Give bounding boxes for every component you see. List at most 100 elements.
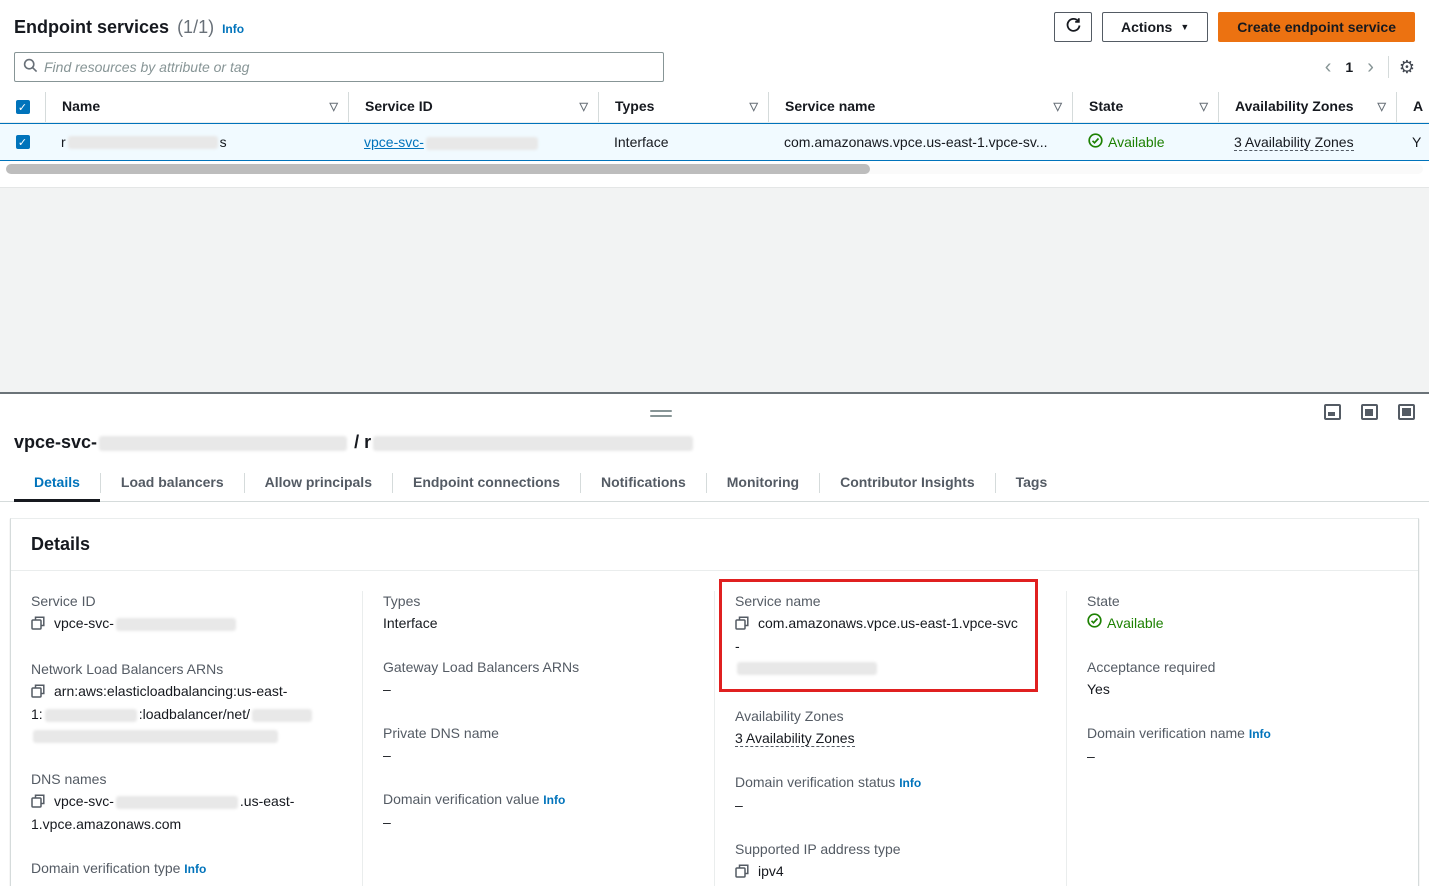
col-header-service-name[interactable]: Service name ▽ bbox=[768, 92, 1072, 122]
horizontal-scrollbar bbox=[6, 164, 1423, 174]
copy-icon[interactable] bbox=[735, 863, 749, 884]
cell-service-id: vpce-svc- bbox=[348, 124, 598, 160]
filter-icon[interactable]: ▽ bbox=[580, 100, 588, 113]
refresh-button[interactable] bbox=[1054, 12, 1092, 42]
filter-icon[interactable]: ▽ bbox=[1200, 100, 1208, 113]
search-box[interactable] bbox=[14, 52, 664, 82]
filter-icon[interactable]: ▽ bbox=[750, 100, 758, 113]
field-domain-verification-name: Domain verification name Info – bbox=[1087, 723, 1398, 767]
page-title: Endpoint services bbox=[14, 17, 169, 38]
state-available: Available bbox=[1088, 133, 1165, 151]
copy-icon[interactable] bbox=[31, 615, 45, 636]
select-all-checkbox[interactable]: ✓ bbox=[16, 100, 30, 114]
pagination: ‹ 1 › ⚙ bbox=[1321, 56, 1415, 78]
info-link[interactable]: Info bbox=[899, 776, 921, 790]
tab-allow-principals[interactable]: Allow principals bbox=[245, 465, 392, 501]
service-name-highlight-box: Service name com.amazonaws.vpce.us-east-… bbox=[719, 579, 1038, 692]
copy-icon[interactable] bbox=[735, 615, 749, 636]
field-domain-verification-type: Domain verification type Info – bbox=[31, 858, 342, 886]
filter-icon[interactable]: ▽ bbox=[1378, 100, 1386, 113]
tab-details[interactable]: Details bbox=[14, 465, 100, 501]
col-header-availability-zones[interactable]: Availability Zones ▽ bbox=[1218, 92, 1396, 122]
info-link[interactable]: Info bbox=[1249, 727, 1271, 741]
prev-page-button[interactable]: ‹ bbox=[1321, 57, 1336, 77]
tab-notifications[interactable]: Notifications bbox=[581, 465, 706, 501]
details-column-2: Types Interface Gateway Load Balancers A… bbox=[362, 591, 714, 886]
redacted-text bbox=[33, 730, 278, 743]
availability-zones-popover-link[interactable]: 3 Availability Zones bbox=[1234, 134, 1354, 151]
redacted-text bbox=[45, 709, 137, 722]
col-header-types[interactable]: Types ▽ bbox=[598, 92, 768, 122]
panel-size-small-icon[interactable] bbox=[1324, 404, 1341, 420]
panel-drag-handle[interactable] bbox=[650, 410, 672, 417]
copy-icon[interactable] bbox=[31, 793, 45, 814]
detail-split-panel: vpce-svc- / r Details Load balancers All… bbox=[0, 392, 1429, 886]
tab-contributor-insights[interactable]: Contributor Insights bbox=[820, 465, 995, 501]
field-supported-ip-type: Supported IP address type ipv4 bbox=[735, 839, 1046, 884]
empty-background bbox=[0, 187, 1429, 392]
redacted-text bbox=[737, 662, 877, 675]
field-nlb-arns: Network Load Balancers ARNs arn:aws:elas… bbox=[31, 659, 342, 746]
cell-availability-zones: 3 Availability Zones bbox=[1218, 124, 1396, 160]
tab-load-balancers[interactable]: Load balancers bbox=[101, 465, 244, 501]
details-column-3: Service name com.amazonaws.vpce.us-east-… bbox=[714, 591, 1066, 886]
info-link[interactable]: Info bbox=[543, 793, 565, 807]
actions-button[interactable]: Actions ▼ bbox=[1102, 12, 1208, 42]
cell-state: Available bbox=[1072, 124, 1218, 160]
title-info-link[interactable]: Info bbox=[222, 22, 244, 36]
availability-zones-popover-link[interactable]: 3 Availability Zones bbox=[735, 730, 855, 747]
tab-tags[interactable]: Tags bbox=[996, 465, 1068, 501]
cell-types: Interface bbox=[598, 124, 768, 160]
search-input[interactable] bbox=[44, 59, 655, 75]
scrollbar-thumb[interactable] bbox=[6, 164, 870, 174]
redacted-text bbox=[68, 136, 218, 149]
field-domain-verification-status: Domain verification status Info – bbox=[735, 772, 1046, 816]
current-page: 1 bbox=[1345, 59, 1353, 75]
redacted-text bbox=[373, 436, 693, 451]
field-service-name: Service name com.amazonaws.vpce.us-east-… bbox=[735, 591, 1022, 678]
field-glb-arns: Gateway Load Balancers ARNs – bbox=[383, 657, 694, 700]
tab-monitoring[interactable]: Monitoring bbox=[707, 465, 819, 501]
cell-name: rs bbox=[45, 124, 348, 160]
redacted-text bbox=[252, 709, 312, 722]
check-circle-icon bbox=[1087, 613, 1102, 634]
panel-size-controls bbox=[1324, 404, 1415, 420]
cell-partial: Y bbox=[1396, 124, 1429, 160]
table-tools-row: ‹ 1 › ⚙ bbox=[0, 46, 1429, 92]
result-count: (1/1) bbox=[177, 17, 214, 38]
next-page-button[interactable]: › bbox=[1363, 57, 1378, 77]
filter-icon[interactable]: ▽ bbox=[1054, 100, 1062, 113]
actions-label: Actions bbox=[1121, 19, 1172, 35]
row-select-cell: ✓ bbox=[0, 124, 45, 160]
state-available: Available bbox=[1087, 613, 1164, 634]
select-all-cell: ✓ bbox=[0, 92, 45, 122]
redacted-text bbox=[426, 137, 538, 150]
tab-endpoint-connections[interactable]: Endpoint connections bbox=[393, 465, 580, 501]
create-endpoint-service-button[interactable]: Create endpoint service bbox=[1218, 12, 1415, 42]
details-card-heading: Details bbox=[11, 519, 1418, 571]
field-state: State Available bbox=[1087, 591, 1398, 634]
info-link[interactable]: Info bbox=[184, 862, 206, 876]
copy-icon[interactable] bbox=[31, 683, 45, 704]
field-dns-names: DNS names vpce-svc-.us-east- 1.vpce.amaz… bbox=[31, 769, 342, 835]
col-header-state[interactable]: State ▽ bbox=[1072, 92, 1218, 122]
details-column-1: Service ID vpce-svc- Network Load Balanc… bbox=[11, 591, 362, 886]
field-acceptance-required: Acceptance required Yes bbox=[1087, 657, 1398, 700]
settings-gear-icon[interactable]: ⚙ bbox=[1399, 58, 1415, 76]
col-header-partial[interactable]: A bbox=[1396, 92, 1429, 122]
refresh-icon bbox=[1065, 17, 1082, 37]
filter-icon[interactable]: ▽ bbox=[330, 100, 338, 113]
field-service-id: Service ID vpce-svc- bbox=[31, 591, 342, 636]
table-row[interactable]: ✓ rs vpce-svc- Interface com.amazonaws.v… bbox=[0, 123, 1429, 161]
field-availability-zones: Availability Zones 3 Availability Zones bbox=[735, 706, 1046, 749]
col-header-service-id[interactable]: Service ID ▽ bbox=[348, 92, 598, 122]
col-header-name[interactable]: Name ▽ bbox=[45, 92, 348, 122]
service-id-link[interactable]: vpce-svc- bbox=[364, 134, 540, 150]
details-card: Details Service ID vpce-svc- Network Loa… bbox=[10, 518, 1419, 886]
redacted-text bbox=[116, 796, 238, 809]
caret-down-icon: ▼ bbox=[1180, 22, 1189, 32]
panel-size-large-icon[interactable] bbox=[1398, 404, 1415, 420]
panel-size-medium-icon[interactable] bbox=[1361, 404, 1378, 420]
row-checkbox[interactable]: ✓ bbox=[16, 135, 30, 149]
cell-service-name: com.amazonaws.vpce.us-east-1.vpce-sv... bbox=[768, 124, 1072, 160]
